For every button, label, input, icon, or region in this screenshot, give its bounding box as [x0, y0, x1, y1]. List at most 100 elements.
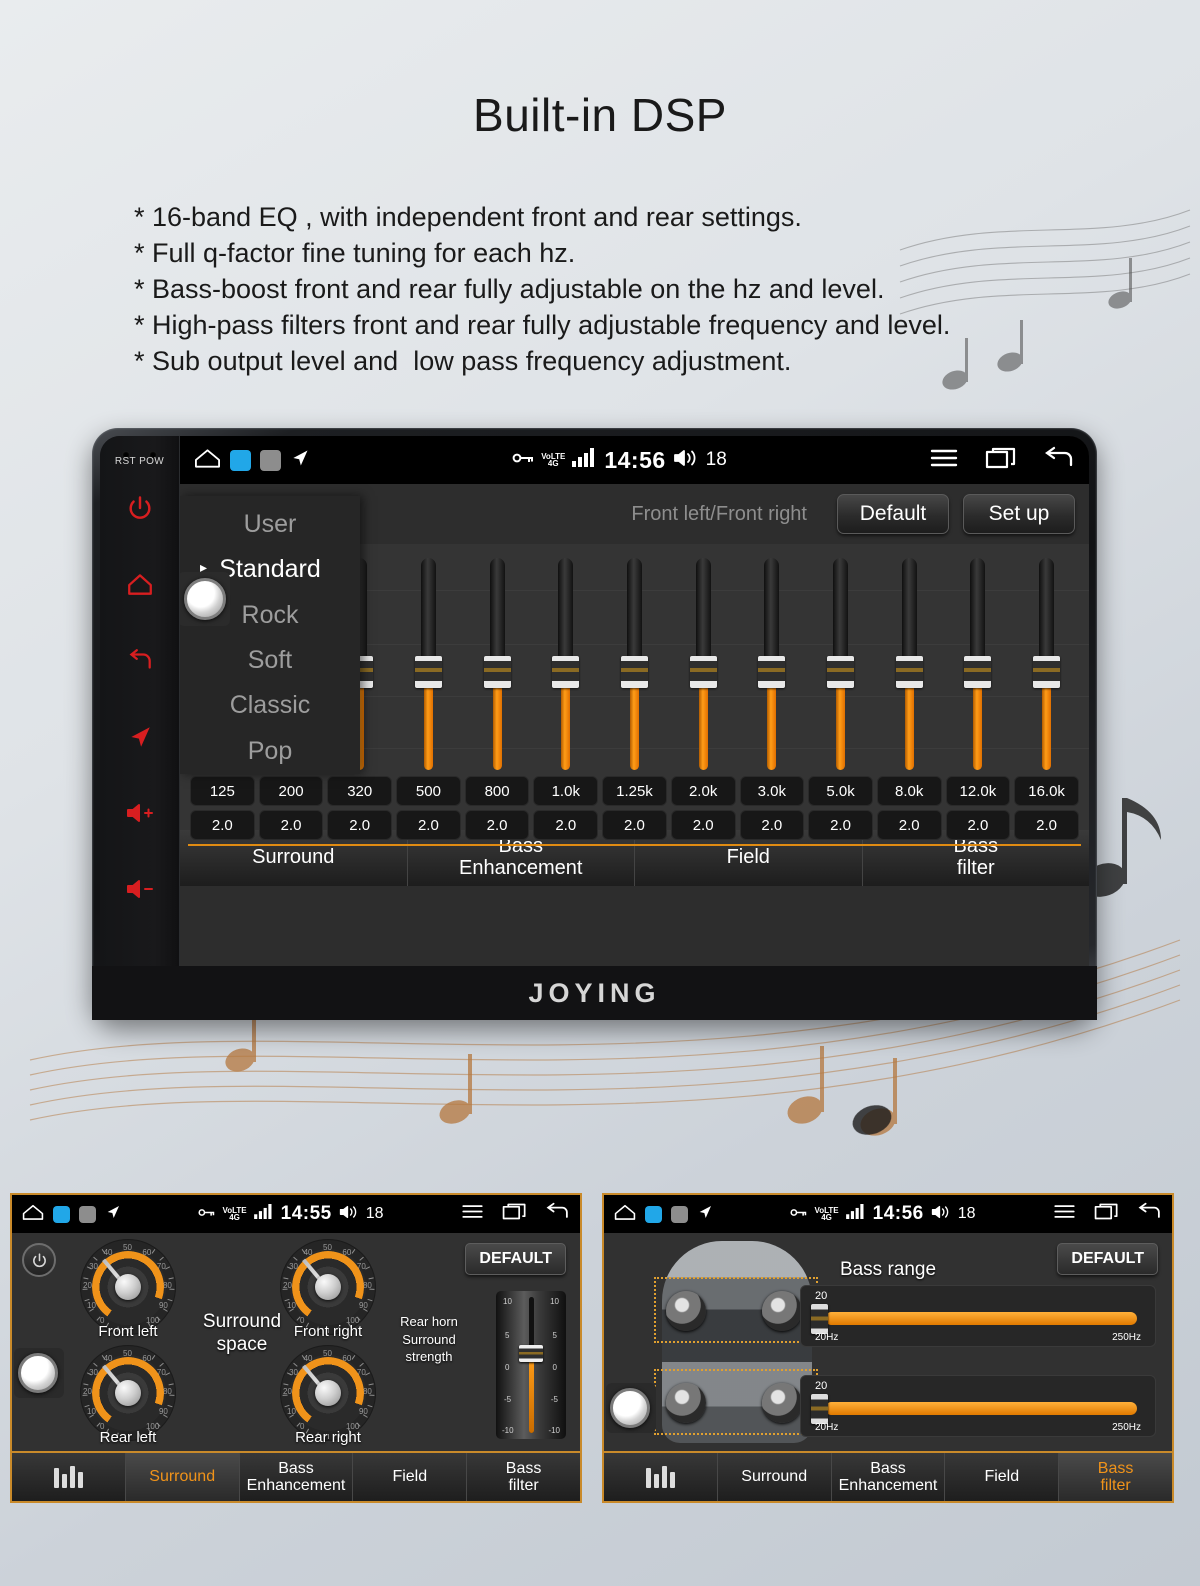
eq-q-chip[interactable]: 2.0 [396, 810, 461, 840]
tab-surround[interactable]: Surround [124, 1453, 239, 1501]
eq-slider-thumb[interactable] [895, 655, 923, 688]
eq-slider-track[interactable] [689, 558, 717, 770]
knob-hub[interactable] [115, 1274, 141, 1300]
default-button[interactable]: DEFAULT [465, 1243, 566, 1275]
eq-q-chip[interactable]: 2.0 [670, 810, 736, 840]
dropdown-item-user[interactable]: User [180, 510, 360, 539]
eq-slider-thumb[interactable] [758, 655, 786, 688]
eq-frequency-chip[interactable]: 125 [190, 776, 255, 806]
knob-front-left[interactable]: 0 10 20 30 40 50 60 70 80 90 100 Front left [80, 1239, 176, 1340]
eq-slider-track[interactable] [964, 558, 992, 770]
power-icon[interactable] [22, 1243, 56, 1277]
home-icon[interactable] [614, 1203, 636, 1226]
eq-frequency-chip[interactable]: 320 [327, 776, 393, 806]
eq-slider-track[interactable] [1033, 558, 1061, 770]
eq-band-3.0k[interactable] [738, 558, 807, 770]
tab-surround[interactable]: Surround [716, 1453, 831, 1501]
back-icon[interactable] [1043, 446, 1075, 475]
eq-band-16.0k[interactable] [1012, 558, 1081, 770]
setup-button[interactable]: Set up [963, 494, 1075, 534]
eq-band-800[interactable] [463, 558, 532, 770]
eq-frequency-chip[interactable]: 2.0k [670, 776, 736, 806]
navigation-icon[interactable] [290, 448, 310, 473]
eq-q-chip[interactable]: 2.0 [533, 810, 599, 840]
knob-hub[interactable] [115, 1380, 141, 1406]
eq-slider-thumb[interactable] [964, 655, 992, 688]
eq-slider-thumb[interactable] [620, 655, 648, 688]
eq-slider-thumb[interactable] [552, 655, 580, 688]
eq-frequency-chip[interactable]: 800 [464, 776, 530, 806]
eq-band-8.0k[interactable] [875, 558, 944, 770]
recents-icon[interactable] [1094, 1202, 1119, 1226]
eq-slider-thumb[interactable] [827, 655, 855, 688]
tab-bass-filter[interactable]: Bass filter [466, 1453, 580, 1501]
eq-band-2.0k[interactable] [669, 558, 738, 770]
tab-bass-enhancement[interactable]: Bass Enhancement [238, 1453, 353, 1501]
eq-band-5.0k[interactable] [806, 558, 875, 770]
home-icon[interactable] [100, 571, 179, 597]
menu-icon[interactable] [461, 1203, 484, 1225]
slider-thumb[interactable] [811, 1394, 828, 1424]
tab-field[interactable]: Field [352, 1453, 467, 1501]
back-icon[interactable] [100, 648, 179, 674]
eq-q-chip[interactable]: 2.0 [876, 810, 942, 840]
tab-bass-enhancement[interactable]: Bass Enhancement [830, 1453, 945, 1501]
dropdown-item-classic[interactable]: Classic [180, 691, 360, 720]
rotary-knob[interactable] [610, 1388, 650, 1428]
volume-down-icon[interactable] [100, 878, 179, 900]
eq-slider-track[interactable] [827, 558, 855, 770]
home-icon[interactable] [22, 1203, 44, 1226]
eq-band-1.25k[interactable] [600, 558, 669, 770]
app-icon-grey[interactable] [260, 449, 281, 471]
rear-speaker-selection[interactable] [654, 1369, 818, 1435]
knob-hub[interactable] [315, 1380, 341, 1406]
eq-q-chip[interactable]: 2.0 [739, 810, 805, 840]
eq-slider-track[interactable] [758, 558, 786, 770]
eq-band-12.0k[interactable] [944, 558, 1013, 770]
volume-icon[interactable] [931, 1204, 951, 1225]
eq-slider-track[interactable] [483, 558, 511, 770]
app-icon-blue[interactable] [53, 1205, 70, 1223]
bass-range-slider-front[interactable]: 20 20Hz 250Hz [800, 1285, 1156, 1347]
knob-hub[interactable] [315, 1274, 341, 1300]
menu-icon[interactable] [929, 447, 959, 474]
eq-frequency-chip[interactable]: 5.0k [808, 776, 873, 806]
eq-q-chip[interactable]: 2.0 [1014, 810, 1079, 840]
knob-rear-right[interactable]: 0 10 20 30 40 50 60 70 80 90 100 Rear right [280, 1345, 376, 1446]
volume-icon[interactable] [673, 448, 699, 473]
menu-icon[interactable] [1053, 1203, 1076, 1225]
dropdown-item-soft[interactable]: Soft [180, 646, 360, 675]
bass-range-slider-rear[interactable]: 20 20Hz 250Hz [800, 1375, 1156, 1437]
volume-icon[interactable] [339, 1204, 359, 1225]
eq-frequency-chip[interactable]: 1.0k [533, 776, 599, 806]
eq-icon[interactable] [12, 1453, 125, 1501]
eq-frequency-chip[interactable]: 12.0k [945, 776, 1011, 806]
dropdown-item-pop[interactable]: Pop [180, 737, 360, 766]
eq-frequency-chip[interactable]: 3.0k [739, 776, 805, 806]
eq-slider-thumb[interactable] [1033, 655, 1061, 688]
slider-thumb[interactable] [519, 1345, 543, 1363]
eq-slider-track[interactable] [895, 558, 923, 770]
rotary-knob[interactable] [184, 578, 226, 620]
default-button[interactable]: Default [837, 494, 949, 534]
volume-up-icon[interactable] [100, 802, 179, 824]
eq-q-chip[interactable]: 2.0 [945, 810, 1011, 840]
eq-slider-thumb[interactable] [414, 655, 442, 688]
tab-field[interactable]: Field [944, 1453, 1059, 1501]
tab-bass-filter[interactable]: Bass filter [1058, 1453, 1172, 1501]
rotary-knob[interactable] [18, 1353, 58, 1393]
eq-band-500[interactable] [394, 558, 463, 770]
navigation-icon[interactable] [105, 1204, 121, 1225]
eq-frequency-chip[interactable]: 1.25k [602, 776, 667, 806]
eq-frequency-chip[interactable]: 8.0k [876, 776, 942, 806]
eq-q-chip[interactable]: 2.0 [190, 810, 255, 840]
slider-thumb[interactable] [811, 1304, 828, 1334]
preset-dropdown[interactable]: User ▸ Standard Rock Soft Classic Pop [180, 496, 360, 774]
eq-q-chip[interactable]: 2.0 [258, 810, 324, 840]
eq-slider-track[interactable] [620, 558, 648, 770]
navigation-icon[interactable] [697, 1204, 713, 1225]
eq-frequency-chip[interactable]: 16.0k [1014, 776, 1079, 806]
eq-q-chip[interactable]: 2.0 [808, 810, 873, 840]
eq-icon[interactable] [604, 1453, 717, 1501]
home-icon[interactable] [194, 447, 221, 474]
